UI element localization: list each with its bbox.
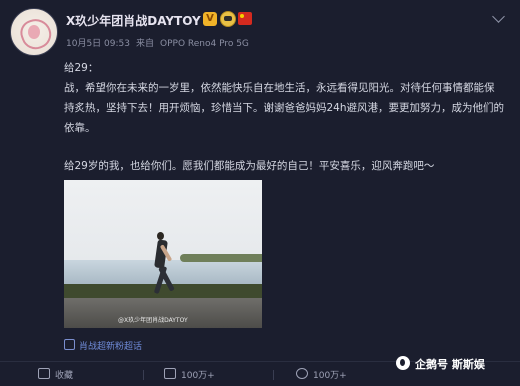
photo-shore (180, 254, 262, 262)
supertopic-link[interactable]: 肖战超新粉超话 (64, 339, 142, 352)
source-label: 来自 (135, 39, 154, 49)
favorite-label: 收藏 (55, 371, 74, 381)
repost-count: 100万+ (181, 371, 215, 381)
supertopic-label: 肖战超新粉超话 (79, 342, 143, 352)
post-paragraph-2: 给29岁的我，也给你们。愿我们都能成为最好的自己！平安喜乐，迎风奔跑吧～ (64, 160, 435, 172)
source-watermark-text: 企鹅号 斯斯娱 (415, 358, 485, 371)
runner-head (157, 232, 164, 240)
avatar-art-center (28, 25, 40, 39)
username[interactable]: X玖少年团肖战DAYTOY (66, 12, 201, 29)
comment-icon (296, 368, 308, 379)
vip-badge-icon: V (203, 12, 217, 26)
medal-icon (220, 11, 236, 27)
repost-button[interactable]: 100万+ (164, 368, 215, 381)
weibo-post-card: X玖少年团肖战DAYTOY V 10月5日 09:53 来自 OPPO Reno4 … (0, 0, 520, 385)
post-device: OPPO Reno4 Pro 5G (160, 39, 249, 49)
source-watermark: 企鹅号 斯斯娱 (396, 356, 485, 372)
comment-count: 100万+ (313, 371, 347, 381)
post-photo[interactable]: @X玖少年团肖战DAYTOY (64, 180, 262, 328)
action-divider (273, 370, 274, 380)
star-icon (38, 368, 50, 379)
post-text: 给29： 战，希望你在未来的一岁里，依然能快乐自在地生活，永远看得见阳光。对待任… (64, 58, 504, 176)
post-timestamp[interactable]: 10月5日 09:53 (66, 39, 130, 49)
photo-watermark: @X玖少年团肖战DAYTOY (118, 317, 188, 324)
penguin-icon (396, 356, 410, 370)
action-divider (143, 370, 144, 380)
flag-icon (238, 12, 252, 25)
favorite-button[interactable]: 收藏 (38, 368, 73, 381)
supertopic-icon (64, 339, 75, 350)
chevron-down-icon[interactable] (492, 10, 505, 23)
post-paragraph-1: 战，希望你在未来的一岁里，依然能快乐自在地生活，永远看得见阳光。对待任何事情都能… (64, 82, 505, 134)
post-greeting: 给29： (64, 62, 99, 74)
post-meta: 10月5日 09:53 来自 OPPO Reno4 Pro 5G (66, 36, 255, 49)
user-avatar[interactable] (10, 8, 58, 56)
repost-icon (164, 368, 176, 379)
comment-button[interactable]: 100万+ (296, 368, 347, 381)
